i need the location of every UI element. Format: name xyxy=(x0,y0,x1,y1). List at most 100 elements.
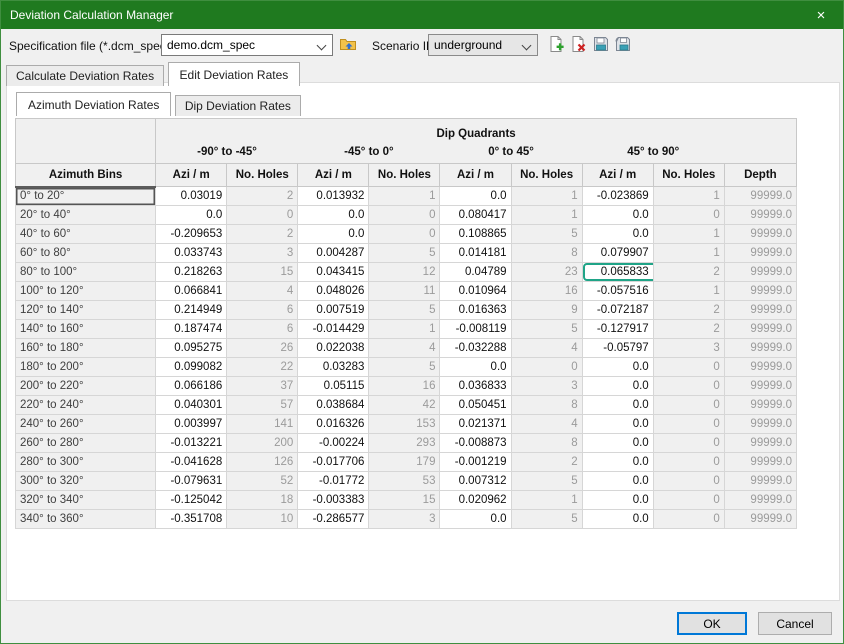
azimuth-bin-cell[interactable]: 300° to 320° xyxy=(16,472,156,491)
azi-per-m-cell[interactable]: 0.007312 xyxy=(440,472,511,491)
azimuth-bin-cell[interactable]: 200° to 220° xyxy=(16,377,156,396)
no-holes-cell[interactable]: 0 xyxy=(653,377,724,396)
no-holes-cell[interactable]: 5 xyxy=(369,301,440,320)
azi-per-m-cell[interactable]: -0.00224 xyxy=(298,434,369,453)
depth-cell[interactable]: 99999.0 xyxy=(724,358,796,377)
no-holes-cell[interactable]: 26 xyxy=(227,339,298,358)
azimuth-bin-cell[interactable]: 260° to 280° xyxy=(16,434,156,453)
no-holes-cell[interactable]: 0 xyxy=(653,206,724,225)
no-holes-cell[interactable]: 5 xyxy=(511,320,582,339)
tab-edit-deviation-rates[interactable]: Edit Deviation Rates xyxy=(168,62,301,86)
azimuth-bin-cell[interactable]: 340° to 360° xyxy=(16,510,156,529)
no-holes-cell[interactable]: 53 xyxy=(369,472,440,491)
tab-calculate-deviation-rates[interactable]: Calculate Deviation Rates xyxy=(6,65,164,86)
depth-cell[interactable]: 99999.0 xyxy=(724,453,796,472)
azi-per-m-cell[interactable]: 0.0 xyxy=(582,358,653,377)
delete-scenario-icon[interactable] xyxy=(569,35,587,53)
no-holes-cell[interactable]: 0 xyxy=(653,491,724,510)
azi-per-m-cell[interactable]: 0.0 xyxy=(582,510,653,529)
column-header-azi-per-m[interactable]: Azi / m xyxy=(582,164,653,187)
no-holes-cell[interactable]: 0 xyxy=(369,225,440,244)
scenario-id-combobox[interactable]: underground xyxy=(428,34,538,56)
no-holes-cell[interactable]: 0 xyxy=(653,434,724,453)
azi-per-m-cell[interactable]: 0.066186 xyxy=(156,377,227,396)
azi-per-m-cell[interactable]: 0.013932 xyxy=(298,187,369,206)
depth-cell[interactable]: 99999.0 xyxy=(724,301,796,320)
azimuth-bin-cell[interactable]: 40° to 60° xyxy=(16,225,156,244)
no-holes-cell[interactable]: 16 xyxy=(369,377,440,396)
column-header-no-holes[interactable]: No. Holes xyxy=(511,164,582,187)
azimuth-bin-cell[interactable]: 220° to 240° xyxy=(16,396,156,415)
tab-azimuth-deviation-rates[interactable]: Azimuth Deviation Rates xyxy=(16,92,171,116)
no-holes-cell[interactable]: 2 xyxy=(511,453,582,472)
azimuth-bin-cell[interactable]: 140° to 160° xyxy=(16,320,156,339)
no-holes-cell[interactable]: 4 xyxy=(511,339,582,358)
no-holes-cell[interactable]: 15 xyxy=(227,263,298,282)
depth-cell[interactable]: 99999.0 xyxy=(724,187,796,206)
azi-per-m-cell[interactable]: 0.0 xyxy=(298,225,369,244)
no-holes-cell[interactable]: 5 xyxy=(511,472,582,491)
azi-per-m-cell[interactable]: 0.014181 xyxy=(440,244,511,263)
azi-per-m-cell[interactable]: -0.01772 xyxy=(298,472,369,491)
azi-per-m-cell[interactable]: 0.0 xyxy=(582,434,653,453)
no-holes-cell[interactable]: 200 xyxy=(227,434,298,453)
column-header-azimuth-bins[interactable]: Azimuth Bins xyxy=(16,164,156,187)
no-holes-cell[interactable]: 8 xyxy=(511,396,582,415)
no-holes-cell[interactable]: 3 xyxy=(653,339,724,358)
no-holes-cell[interactable]: 1 xyxy=(369,187,440,206)
no-holes-cell[interactable]: 5 xyxy=(369,358,440,377)
column-header-depth[interactable]: Depth xyxy=(724,164,796,187)
no-holes-cell[interactable]: 23 xyxy=(511,263,582,282)
azi-per-m-cell[interactable]: 0.040301 xyxy=(156,396,227,415)
no-holes-cell[interactable]: 2 xyxy=(653,301,724,320)
no-holes-cell[interactable]: 12 xyxy=(369,263,440,282)
no-holes-cell[interactable]: 5 xyxy=(511,225,582,244)
azimuth-bin-cell[interactable]: 120° to 140° xyxy=(16,301,156,320)
azi-per-m-cell[interactable]: -0.351708 xyxy=(156,510,227,529)
azi-per-m-cell[interactable]: 0.079907 xyxy=(582,244,653,263)
azi-per-m-cell[interactable]: -0.001219 xyxy=(440,453,511,472)
new-scenario-icon[interactable] xyxy=(547,35,565,53)
open-folder-icon[interactable] xyxy=(339,35,357,53)
column-header-azi-per-m[interactable]: Azi / m xyxy=(440,164,511,187)
no-holes-cell[interactable]: 4 xyxy=(227,282,298,301)
no-holes-cell[interactable]: 18 xyxy=(227,491,298,510)
no-holes-cell[interactable]: 1 xyxy=(511,187,582,206)
no-holes-cell[interactable]: 2 xyxy=(653,263,724,282)
no-holes-cell[interactable]: 52 xyxy=(227,472,298,491)
azi-per-m-cell[interactable]: 0.099082 xyxy=(156,358,227,377)
azi-per-m-cell[interactable]: -0.072187 xyxy=(582,301,653,320)
azi-per-m-cell[interactable]: 0.0 xyxy=(582,396,653,415)
no-holes-cell[interactable]: 4 xyxy=(369,339,440,358)
no-holes-cell[interactable]: 3 xyxy=(511,377,582,396)
no-holes-cell[interactable]: 8 xyxy=(511,434,582,453)
azi-per-m-cell[interactable]: 0.048026 xyxy=(298,282,369,301)
depth-cell[interactable]: 99999.0 xyxy=(724,434,796,453)
no-holes-cell[interactable]: 1 xyxy=(653,187,724,206)
azi-per-m-cell[interactable]: 0.03283 xyxy=(298,358,369,377)
no-holes-cell[interactable]: 0 xyxy=(653,415,724,434)
column-header-no-holes[interactable]: No. Holes xyxy=(653,164,724,187)
azi-per-m-cell[interactable]: -0.032288 xyxy=(440,339,511,358)
no-holes-cell[interactable]: 0 xyxy=(369,206,440,225)
no-holes-cell[interactable]: 2 xyxy=(653,320,724,339)
no-holes-cell[interactable]: 9 xyxy=(511,301,582,320)
depth-cell[interactable]: 99999.0 xyxy=(724,206,796,225)
azi-per-m-cell[interactable]: -0.209653 xyxy=(156,225,227,244)
azi-per-m-cell[interactable]: -0.127917 xyxy=(582,320,653,339)
azi-per-m-cell[interactable]: 0.050451 xyxy=(440,396,511,415)
no-holes-cell[interactable]: 141 xyxy=(227,415,298,434)
azi-per-m-cell[interactable]: 0.043415 xyxy=(298,263,369,282)
no-holes-cell[interactable]: 10 xyxy=(227,510,298,529)
depth-cell[interactable]: 99999.0 xyxy=(724,472,796,491)
azi-per-m-cell[interactable]: 0.0 xyxy=(582,415,653,434)
azimuth-bin-cell[interactable]: 240° to 260° xyxy=(16,415,156,434)
no-holes-cell[interactable]: 126 xyxy=(227,453,298,472)
no-holes-cell[interactable]: 179 xyxy=(369,453,440,472)
no-holes-cell[interactable]: 1 xyxy=(653,244,724,263)
no-holes-cell[interactable]: 4 xyxy=(511,415,582,434)
azi-per-m-cell[interactable]: 0.108865 xyxy=(440,225,511,244)
no-holes-cell[interactable]: 1 xyxy=(511,491,582,510)
azi-per-m-cell[interactable]: 0.010964 xyxy=(440,282,511,301)
azimuth-bin-cell[interactable]: 280° to 300° xyxy=(16,453,156,472)
